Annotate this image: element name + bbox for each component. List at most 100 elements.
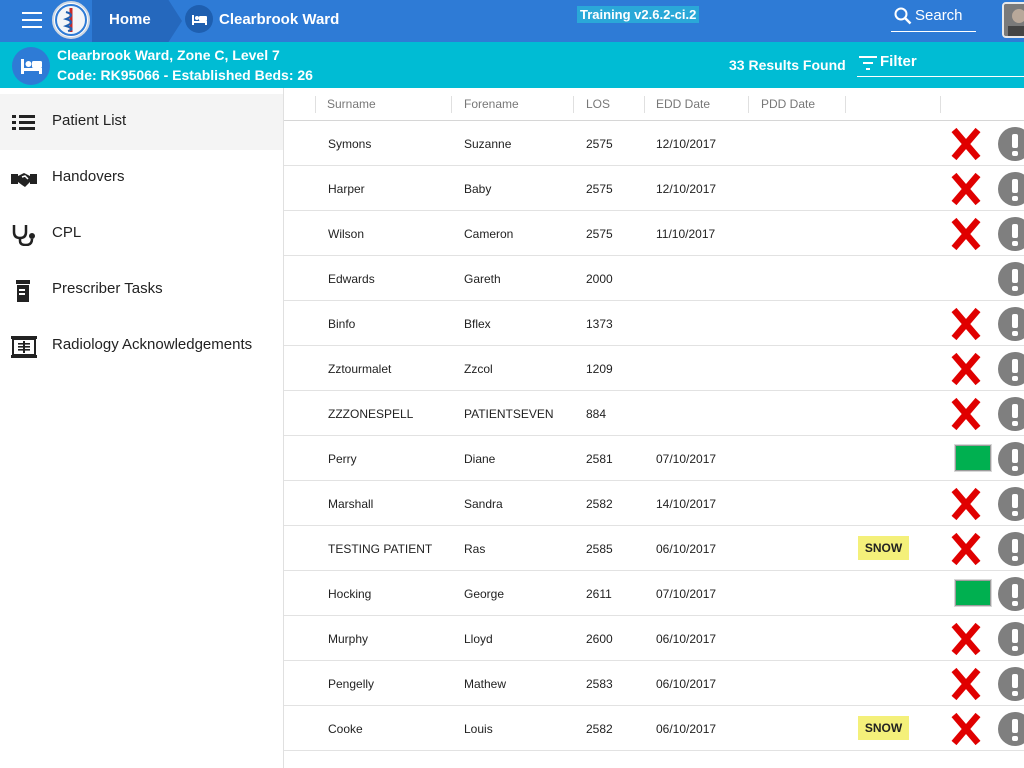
alert-icon[interactable] <box>998 712 1024 746</box>
cell-edd: 06/10/2017 <box>656 542 717 556</box>
cell-surname: ZZZONESPELL <box>328 407 414 421</box>
app-logo <box>52 1 90 39</box>
cross-icon <box>951 532 981 566</box>
table-row[interactable]: Perry Diane 2581 07/10/2017 <box>284 436 1024 481</box>
alert-icon[interactable] <box>998 577 1024 611</box>
alert-icon[interactable] <box>998 262 1024 296</box>
table-row[interactable]: Wilson Cameron 2575 11/10/2017 <box>284 211 1024 256</box>
column-header-los[interactable]: LOS <box>586 97 610 111</box>
cell-surname: Harper <box>328 182 365 196</box>
table-row[interactable]: Hocking George 2611 07/10/2017 <box>284 571 1024 616</box>
cell-forename: Ras <box>464 542 486 556</box>
cell-edd: 11/10/2017 <box>656 227 716 241</box>
alert-icon[interactable] <box>998 307 1024 341</box>
alert-icon[interactable] <box>998 532 1024 566</box>
cross-icon <box>951 307 981 341</box>
alert-icon[interactable] <box>998 442 1024 476</box>
table-row[interactable]: Binfo Bflex 1373 <box>284 301 1024 346</box>
alert-icon[interactable] <box>998 172 1024 206</box>
breadcrumb-home[interactable]: Home <box>109 11 151 28</box>
column-divider <box>748 96 749 113</box>
column-header-pdd-date[interactable]: PDD Date <box>761 97 815 111</box>
version-label: Training v2.6.2-ci.2 <box>577 6 700 23</box>
cell-surname: Edwards <box>328 272 375 286</box>
search-label: Search <box>915 7 963 24</box>
cell-los: 1209 <box>586 362 613 376</box>
cell-los: 2575 <box>586 182 613 196</box>
sidebar-item-handovers[interactable]: Handovers <box>0 150 283 206</box>
sidebar-item-radiology[interactable]: Radiology Acknowledgements <box>0 318 283 374</box>
sidebar-item-label: Prescriber Tasks <box>52 280 163 297</box>
table-row[interactable]: Symons Suzanne 2575 12/10/2017 <box>284 121 1024 166</box>
handshake-icon <box>11 173 37 187</box>
filter-label: Filter <box>880 53 917 70</box>
cell-los: 2000 <box>586 272 613 286</box>
column-divider <box>315 96 316 113</box>
cell-los: 2575 <box>586 227 613 241</box>
cell-los: 2575 <box>586 137 613 151</box>
cross-icon <box>951 217 981 251</box>
cell-los: 2600 <box>586 632 613 646</box>
cell-surname: Symons <box>328 137 372 151</box>
cell-surname: Cooke <box>328 722 363 736</box>
cell-los: 2582 <box>586 497 613 511</box>
alert-icon[interactable] <box>998 397 1024 431</box>
column-header-surname[interactable]: Surname <box>327 97 376 111</box>
sidebar-item-label: Patient List <box>52 112 127 129</box>
cross-icon <box>951 172 981 206</box>
cross-icon <box>951 127 981 161</box>
table-row[interactable]: Harper Baby 2575 12/10/2017 <box>284 166 1024 211</box>
table-row[interactable]: Murphy Lloyd 2600 06/10/2017 <box>284 616 1024 661</box>
filter-input[interactable]: Filter <box>857 50 1024 77</box>
column-divider <box>845 96 846 113</box>
breadcrumb-ward[interactable]: Clearbrook Ward <box>219 11 339 28</box>
cell-surname: Perry <box>328 452 357 466</box>
table-row[interactable]: Zztourmalet Zzcol 1209 <box>284 346 1024 391</box>
cell-forename: Lloyd <box>464 632 493 646</box>
alert-icon[interactable] <box>998 667 1024 701</box>
menu-icon[interactable] <box>22 12 42 28</box>
patient-table: Surname Forename LOS EDD Date PDD Date S… <box>284 88 1024 768</box>
search-button[interactable]: Search <box>891 4 976 32</box>
column-header-edd-date[interactable]: EDD Date <box>656 97 710 111</box>
cross-icon <box>951 622 981 656</box>
avatar[interactable] <box>1002 2 1024 38</box>
alert-icon[interactable] <box>998 487 1024 521</box>
sidebar: Patient List Handovers CPL Prescriber Ta… <box>0 88 284 768</box>
cell-forename: Suzanne <box>464 137 512 151</box>
sidebar-item-patient-list[interactable]: Patient List <box>0 94 283 150</box>
cross-icon <box>951 667 981 701</box>
cell-edd: 07/10/2017 <box>656 452 717 466</box>
cell-edd: 12/10/2017 <box>656 137 717 151</box>
bed-icon <box>12 47 50 85</box>
table-row[interactable]: Pengelly Mathew 2583 06/10/2017 <box>284 661 1024 706</box>
pill-bottle-icon <box>16 280 30 302</box>
sidebar-item-prescriber-tasks[interactable]: Prescriber Tasks <box>0 262 283 318</box>
cell-los: 2611 <box>586 587 612 601</box>
cross-icon <box>951 487 981 521</box>
status-indicator-green <box>955 580 991 606</box>
status-badge: SNOW <box>858 716 909 740</box>
cell-forename: Gareth <box>464 272 501 286</box>
cell-forename: Cameron <box>464 227 514 241</box>
cell-surname: Binfo <box>328 317 356 331</box>
alert-icon[interactable] <box>998 352 1024 386</box>
alert-icon[interactable] <box>998 622 1024 656</box>
cell-los: 2582 <box>586 722 613 736</box>
table-row[interactable]: Marshall Sandra 2582 14/10/2017 <box>284 481 1024 526</box>
list-icon <box>12 115 35 130</box>
status-badge: SNOW <box>858 536 909 560</box>
sidebar-item-label: CPL <box>52 224 82 241</box>
table-row[interactable]: ZZZONESPELL PATIENTSEVEN 884 <box>284 391 1024 436</box>
sidebar-item-label: Handovers <box>52 168 125 185</box>
column-header-forename[interactable]: Forename <box>464 97 519 111</box>
table-row[interactable]: TESTING PATIENT Ras 2585 06/10/2017 SNOW <box>284 526 1024 571</box>
cell-edd: 06/10/2017 <box>656 722 717 736</box>
table-row[interactable]: Cooke Louis 2582 06/10/2017 SNOW <box>284 706 1024 751</box>
table-row[interactable]: Edwards Gareth 2000 <box>284 256 1024 301</box>
sidebar-item-cpl[interactable]: CPL <box>0 206 283 262</box>
cell-los: 2585 <box>586 542 613 556</box>
alert-icon[interactable] <box>998 127 1024 161</box>
alert-icon[interactable] <box>998 217 1024 251</box>
cell-forename: PATIENTSEVEN <box>464 407 554 421</box>
